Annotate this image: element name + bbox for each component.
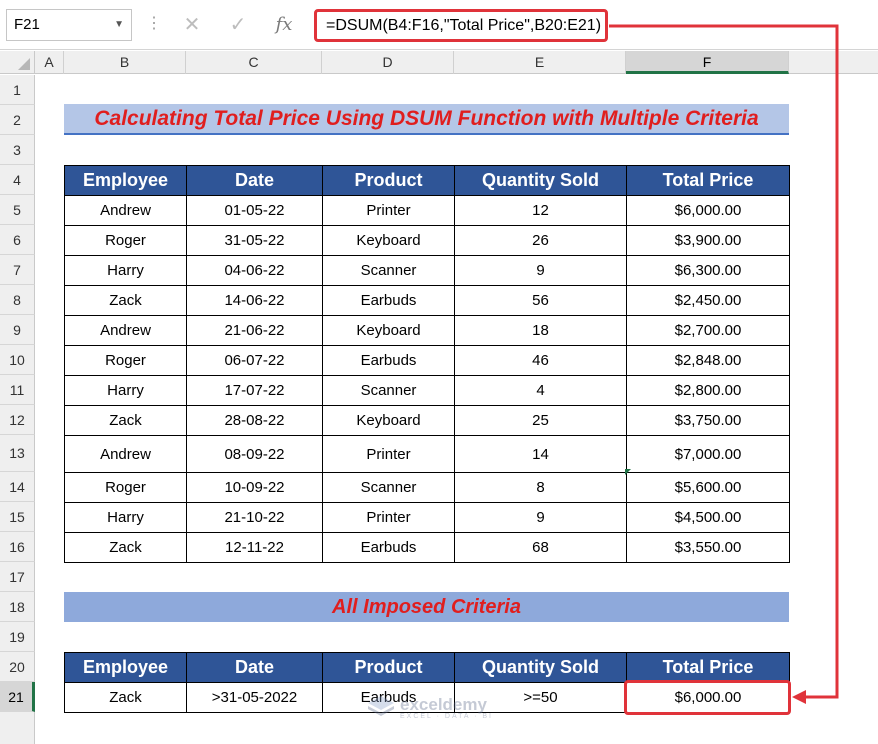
watermark-name: exceldemy [400, 694, 487, 714]
connector-arrow [609, 24, 839, 704]
watermark: exceldemy EXCEL · DATA · BI [366, 694, 493, 720]
watermark-sub: EXCEL · DATA · BI [400, 712, 493, 720]
connector-line [609, 24, 839, 699]
arrowhead-icon [792, 690, 806, 704]
watermark-logo-icon [368, 696, 394, 716]
